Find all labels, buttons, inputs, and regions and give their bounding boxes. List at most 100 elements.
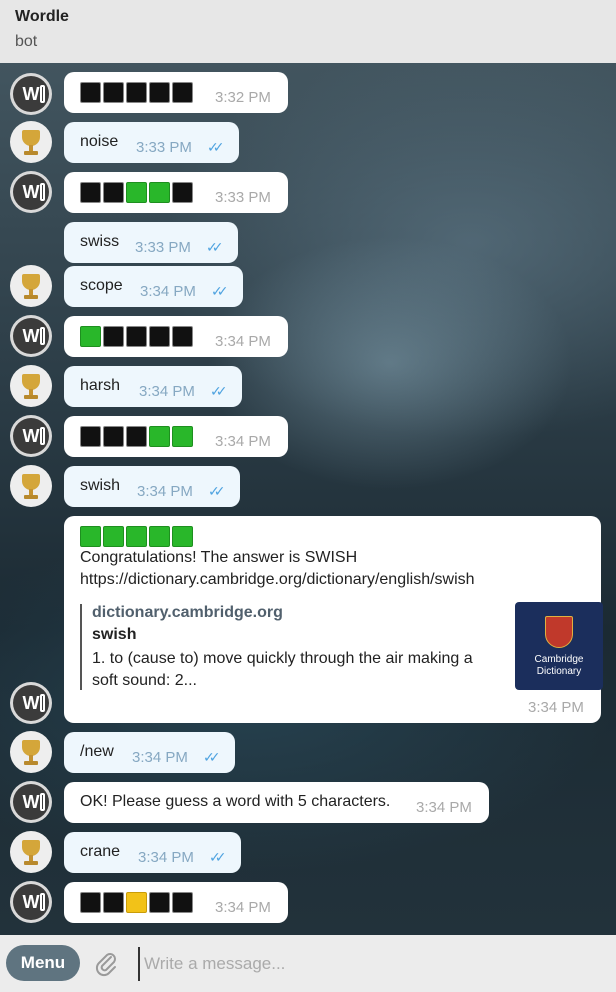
- message-time: 3:32 PM: [215, 89, 271, 106]
- user-avatar[interactable]: [10, 465, 52, 507]
- message-text: /new: [80, 743, 114, 760]
- trophy-icon: [22, 474, 40, 490]
- bot-avatar[interactable]: W: [10, 415, 52, 457]
- read-receipt-icon: ✓✓: [210, 383, 228, 399]
- message-text: swish: [80, 477, 121, 494]
- message-bubble[interactable]: swiss 3:33 PM ✓✓: [64, 222, 238, 263]
- trophy-base: [24, 395, 38, 399]
- black-tile: [149, 892, 170, 913]
- preview-site-name: dictionary.cambridge.org: [92, 604, 283, 621]
- bot-avatar[interactable]: W: [10, 881, 52, 923]
- wordle-logo-icon: W: [13, 318, 49, 354]
- black-tile: [126, 426, 147, 447]
- message-bubble[interactable]: swish 3:34 PM ✓✓: [64, 466, 240, 507]
- cambridge-crest-icon: [545, 616, 573, 648]
- user-avatar[interactable]: [10, 831, 52, 873]
- user-avatar[interactable]: [10, 265, 52, 307]
- message-bubble[interactable]: 3:33 PM: [64, 172, 288, 213]
- message-bubble[interactable]: 3:34 PM: [64, 316, 288, 357]
- tile-row: [80, 426, 193, 447]
- black-tile: [126, 82, 147, 103]
- bot-avatar[interactable]: W: [10, 171, 52, 213]
- read-receipt-icon: ✓✓: [206, 239, 224, 255]
- bot-avatar[interactable]: W: [10, 781, 52, 823]
- message-text: OK! Please guess a word with 5 character…: [80, 793, 391, 810]
- attach-icon[interactable]: [94, 949, 116, 977]
- green-tile: [80, 526, 101, 547]
- black-tile: [126, 326, 147, 347]
- message-bubble[interactable]: OK! Please guess a word with 5 character…: [64, 782, 489, 823]
- trophy-base: [24, 495, 38, 499]
- user-avatar[interactable]: [10, 121, 52, 163]
- black-tile: [103, 182, 124, 203]
- message-bubble[interactable]: 3:32 PM: [64, 72, 288, 113]
- message-time: 3:34 PM: [140, 283, 196, 300]
- wordle-logo-icon: W: [13, 418, 49, 454]
- tile-row: [80, 526, 193, 547]
- message-bubble[interactable]: /new 3:34 PM ✓✓: [64, 732, 235, 773]
- message-time: 3:34 PM: [528, 699, 584, 716]
- wordle-logo-icon: W: [13, 784, 49, 820]
- message-bubble[interactable]: 3:34 PM: [64, 882, 288, 923]
- message-time: 3:34 PM: [139, 383, 195, 400]
- wordle-logo-icon: W: [13, 685, 49, 721]
- green-tile: [172, 526, 193, 547]
- chat-title: Wordle: [15, 8, 69, 25]
- black-tile: [103, 426, 124, 447]
- message-bubble[interactable]: scope 3:34 PM ✓✓: [64, 266, 243, 307]
- green-tile: [172, 426, 193, 447]
- message-list[interactable]: W 3:32 PM noise 3:33 PM ✓✓ W 3:33 PM swi…: [0, 63, 616, 935]
- black-tile: [149, 82, 170, 103]
- menu-button[interactable]: Menu: [6, 945, 80, 981]
- message-time: 3:33 PM: [135, 239, 191, 256]
- composer: Menu: [0, 935, 616, 992]
- message-text: noise: [80, 133, 119, 150]
- message-bubble[interactable]: 3:34 PM: [64, 416, 288, 457]
- read-receipt-icon: ✓✓: [203, 749, 221, 765]
- chat-header[interactable]: Wordle bot: [0, 0, 616, 63]
- trophy-base: [24, 761, 38, 765]
- message-bubble[interactable]: Congratulations! The answer is SWISH htt…: [64, 516, 603, 723]
- message-bubble[interactable]: crane 3:34 PM ✓✓: [64, 832, 241, 873]
- message-bubble[interactable]: noise 3:33 PM ✓✓: [64, 122, 239, 163]
- message-text: crane: [80, 843, 121, 860]
- black-tile: [80, 82, 101, 103]
- wordle-logo-icon: W: [13, 884, 49, 920]
- chat-subtitle: bot: [15, 33, 38, 50]
- message-input[interactable]: [138, 947, 606, 981]
- wordle-logo-icon: W: [13, 174, 49, 210]
- tile-row: [80, 326, 193, 347]
- message-text: scope: [80, 277, 123, 294]
- read-receipt-icon: ✓✓: [211, 283, 229, 299]
- black-tile: [149, 326, 170, 347]
- link-preview[interactable]: dictionary.cambridge.org swish 1. to (ca…: [80, 602, 603, 690]
- black-tile: [172, 182, 193, 203]
- tile-row: [80, 892, 193, 913]
- black-tile: [80, 892, 101, 913]
- message-bubble[interactable]: harsh 3:34 PM ✓✓: [64, 366, 242, 407]
- user-avatar[interactable]: [10, 365, 52, 407]
- preview-thumbnail[interactable]: Cambridge Dictionary: [515, 602, 603, 690]
- bot-avatar[interactable]: W: [10, 315, 52, 357]
- black-tile: [172, 892, 193, 913]
- user-avatar[interactable]: [10, 731, 52, 773]
- trophy-base: [24, 295, 38, 299]
- green-tile: [149, 182, 170, 203]
- preview-description: 1. to (cause to) move quickly through th…: [92, 650, 473, 689]
- message-time: 3:34 PM: [416, 799, 472, 816]
- thumb-line-2: Dictionary: [536, 666, 582, 677]
- trophy-icon: [22, 740, 40, 756]
- bot-avatar[interactable]: W: [10, 682, 52, 724]
- message-text: Congratulations! The answer is SWISH: [80, 549, 358, 566]
- tile-row: [80, 82, 193, 103]
- green-tile: [126, 526, 147, 547]
- trophy-icon: [22, 840, 40, 856]
- read-receipt-icon: ✓✓: [207, 139, 225, 155]
- message-time: 3:34 PM: [215, 333, 271, 350]
- wordle-logo-icon: W: [13, 76, 49, 112]
- bot-avatar[interactable]: W: [10, 73, 52, 115]
- green-tile: [126, 182, 147, 203]
- green-tile: [149, 426, 170, 447]
- dictionary-link[interactable]: https://dictionary.cambridge.org/diction…: [80, 571, 475, 589]
- black-tile: [80, 426, 101, 447]
